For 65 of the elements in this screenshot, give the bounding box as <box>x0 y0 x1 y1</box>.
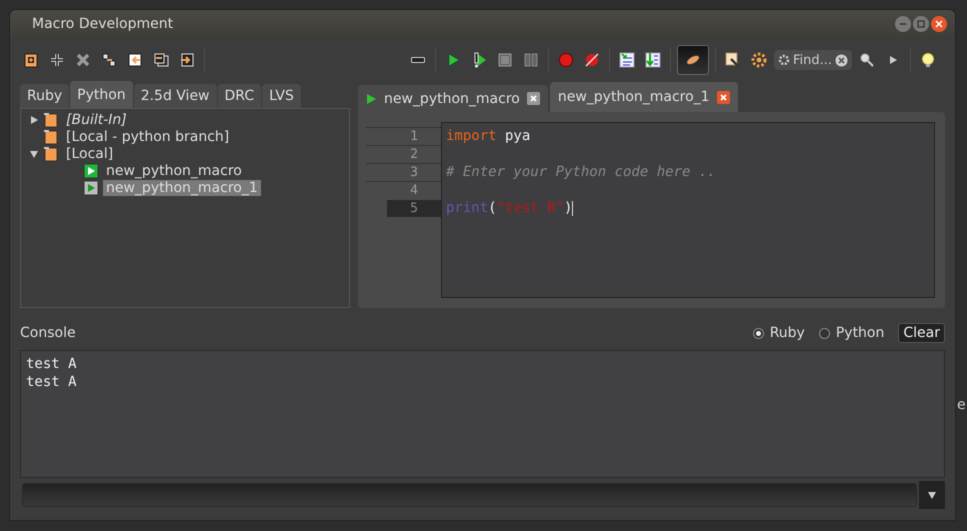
dropdown-button[interactable] <box>919 481 945 509</box>
editor-tab[interactable]: new_python_macro <box>358 85 548 112</box>
line-number: 5 <box>387 200 441 217</box>
close-icon <box>935 20 943 28</box>
bulb-icon <box>919 51 937 69</box>
line-number: 2 <box>409 146 419 163</box>
gear-icon <box>750 51 768 69</box>
code-line: print("test B") <box>446 199 572 217</box>
tree-item[interactable]: [Local] <box>63 146 116 162</box>
tree-item[interactable]: [Built-In] <box>63 112 130 128</box>
clear-button[interactable]: Clear <box>898 323 945 343</box>
tab[interactable]: Python <box>70 81 133 108</box>
tab[interactable]: LVS <box>262 84 301 108</box>
record-icon <box>556 51 575 69</box>
line-number: 3 <box>409 164 419 181</box>
radio-label[interactable]: Ruby <box>770 325 805 341</box>
clear-breakpoints-icon <box>582 51 601 69</box>
radio-label[interactable]: Python <box>836 325 884 341</box>
stop-icon <box>496 51 514 69</box>
folder-icon <box>43 128 59 144</box>
code-editor[interactable]: import pya # Enter your Python code here .. print("test B") <box>441 122 935 298</box>
radio-button[interactable] <box>752 328 764 338</box>
folder-icon <box>43 146 59 162</box>
find-field[interactable]: Find... <box>774 50 852 70</box>
code-line: import pya <box>446 127 530 145</box>
macro-file-icon <box>83 180 99 196</box>
output-line: test A <box>26 355 78 373</box>
collapsed-arrow-icon[interactable] <box>29 114 39 124</box>
settings-icon <box>778 54 790 66</box>
tree-item[interactable]: [Local - python branch] <box>63 128 232 144</box>
radio-button[interactable] <box>818 328 830 338</box>
step-over-icon <box>644 51 662 69</box>
copy-icon <box>152 51 170 69</box>
background-text: e <box>957 397 966 413</box>
dropdown-arrow-icon <box>927 490 937 500</box>
clear-icon[interactable] <box>835 54 848 66</box>
expanded-arrow-icon[interactable] <box>29 148 39 158</box>
folder-plus-icon <box>22 51 40 69</box>
editor-tab[interactable]: new_python_macro_1 <box>550 82 738 112</box>
line-number: 4 <box>409 182 419 199</box>
line-number: 1 <box>409 128 419 145</box>
export-icon <box>178 51 196 69</box>
tab[interactable]: Ruby <box>20 84 70 108</box>
folder-icon <box>43 112 59 128</box>
minus-icon <box>410 57 425 63</box>
tab[interactable]: 2.5d View <box>134 84 217 108</box>
console-input-field[interactable] <box>22 483 917 507</box>
close-tab-icon[interactable] <box>526 92 540 105</box>
code-line: # Enter your Python code here .. <box>446 163 716 181</box>
search-icon <box>858 51 876 69</box>
output-line: test A <box>26 373 78 391</box>
window-title: Macro Development <box>32 16 174 32</box>
pause-icon <box>522 51 540 69</box>
console-title: Console <box>20 325 77 341</box>
tree-item[interactable]: new_python_macro <box>103 162 245 178</box>
delete-icon <box>74 51 92 69</box>
tab[interactable]: DRC <box>218 84 262 108</box>
close-tab-icon[interactable] <box>716 90 730 104</box>
toolbar-button[interactable] <box>676 45 709 75</box>
close-button[interactable] <box>931 16 947 32</box>
step-in-icon <box>618 51 636 69</box>
macro-file-icon <box>83 162 99 178</box>
import-icon <box>126 51 144 69</box>
maximize-icon <box>917 20 925 28</box>
minimize-button[interactable] <box>895 16 911 32</box>
